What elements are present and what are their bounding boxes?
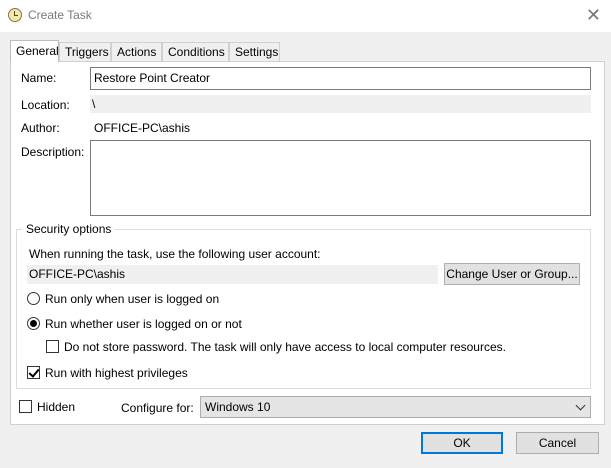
run-whether-radio[interactable] xyxy=(27,317,40,330)
security-options-title: Security options xyxy=(22,222,116,236)
location-value: \ xyxy=(90,95,591,113)
hidden-label[interactable]: Hidden xyxy=(37,400,75,414)
close-icon[interactable]: ✕ xyxy=(586,5,601,25)
window-title: Create Task xyxy=(28,8,92,22)
description-input[interactable] xyxy=(90,140,591,216)
run-whether-label[interactable]: Run whether user is logged on or not xyxy=(45,317,242,331)
tab-conditions[interactable]: Conditions xyxy=(162,42,229,61)
name-input[interactable]: Restore Point Creator xyxy=(90,67,591,90)
tab-general[interactable]: General xyxy=(10,40,59,62)
tab-settings[interactable]: Settings xyxy=(229,42,280,61)
description-label: Description: xyxy=(21,145,85,159)
title-bar[interactable]: Create Task ✕ xyxy=(0,0,611,32)
hidden-checkbox[interactable] xyxy=(19,400,32,413)
tab-actions[interactable]: Actions xyxy=(111,42,162,61)
configure-for-value: Windows 10 xyxy=(205,400,271,414)
create-task-dialog: Create Task ✕ General Triggers Actions C… xyxy=(0,0,611,468)
highest-privileges-checkbox[interactable] xyxy=(27,366,40,379)
name-label: Name: xyxy=(21,71,57,85)
cancel-button[interactable]: Cancel xyxy=(516,432,599,454)
configure-for-select[interactable]: Windows 10 xyxy=(200,396,591,418)
change-user-button[interactable]: Change User or Group... xyxy=(444,263,580,285)
configure-for-label: Configure for: xyxy=(121,401,194,415)
author-label: Author: xyxy=(21,121,60,135)
task-scheduler-icon xyxy=(8,8,22,22)
account-prompt: When running the task, use the following… xyxy=(29,247,321,261)
location-label: Location: xyxy=(21,98,70,112)
ok-button[interactable]: OK xyxy=(421,432,503,454)
chevron-down-icon xyxy=(575,400,586,411)
tab-triggers[interactable]: Triggers xyxy=(59,42,111,61)
run-logged-on-radio[interactable] xyxy=(27,292,40,305)
author-value: OFFICE-PC\ashis xyxy=(94,121,191,135)
no-store-password-checkbox[interactable] xyxy=(46,340,59,353)
user-account-value: OFFICE-PC\ashis xyxy=(27,265,438,284)
run-logged-on-label[interactable]: Run only when user is logged on xyxy=(45,292,219,306)
no-store-password-label[interactable]: Do not store password. The task will onl… xyxy=(64,340,506,354)
highest-privileges-label[interactable]: Run with highest privileges xyxy=(45,366,188,380)
